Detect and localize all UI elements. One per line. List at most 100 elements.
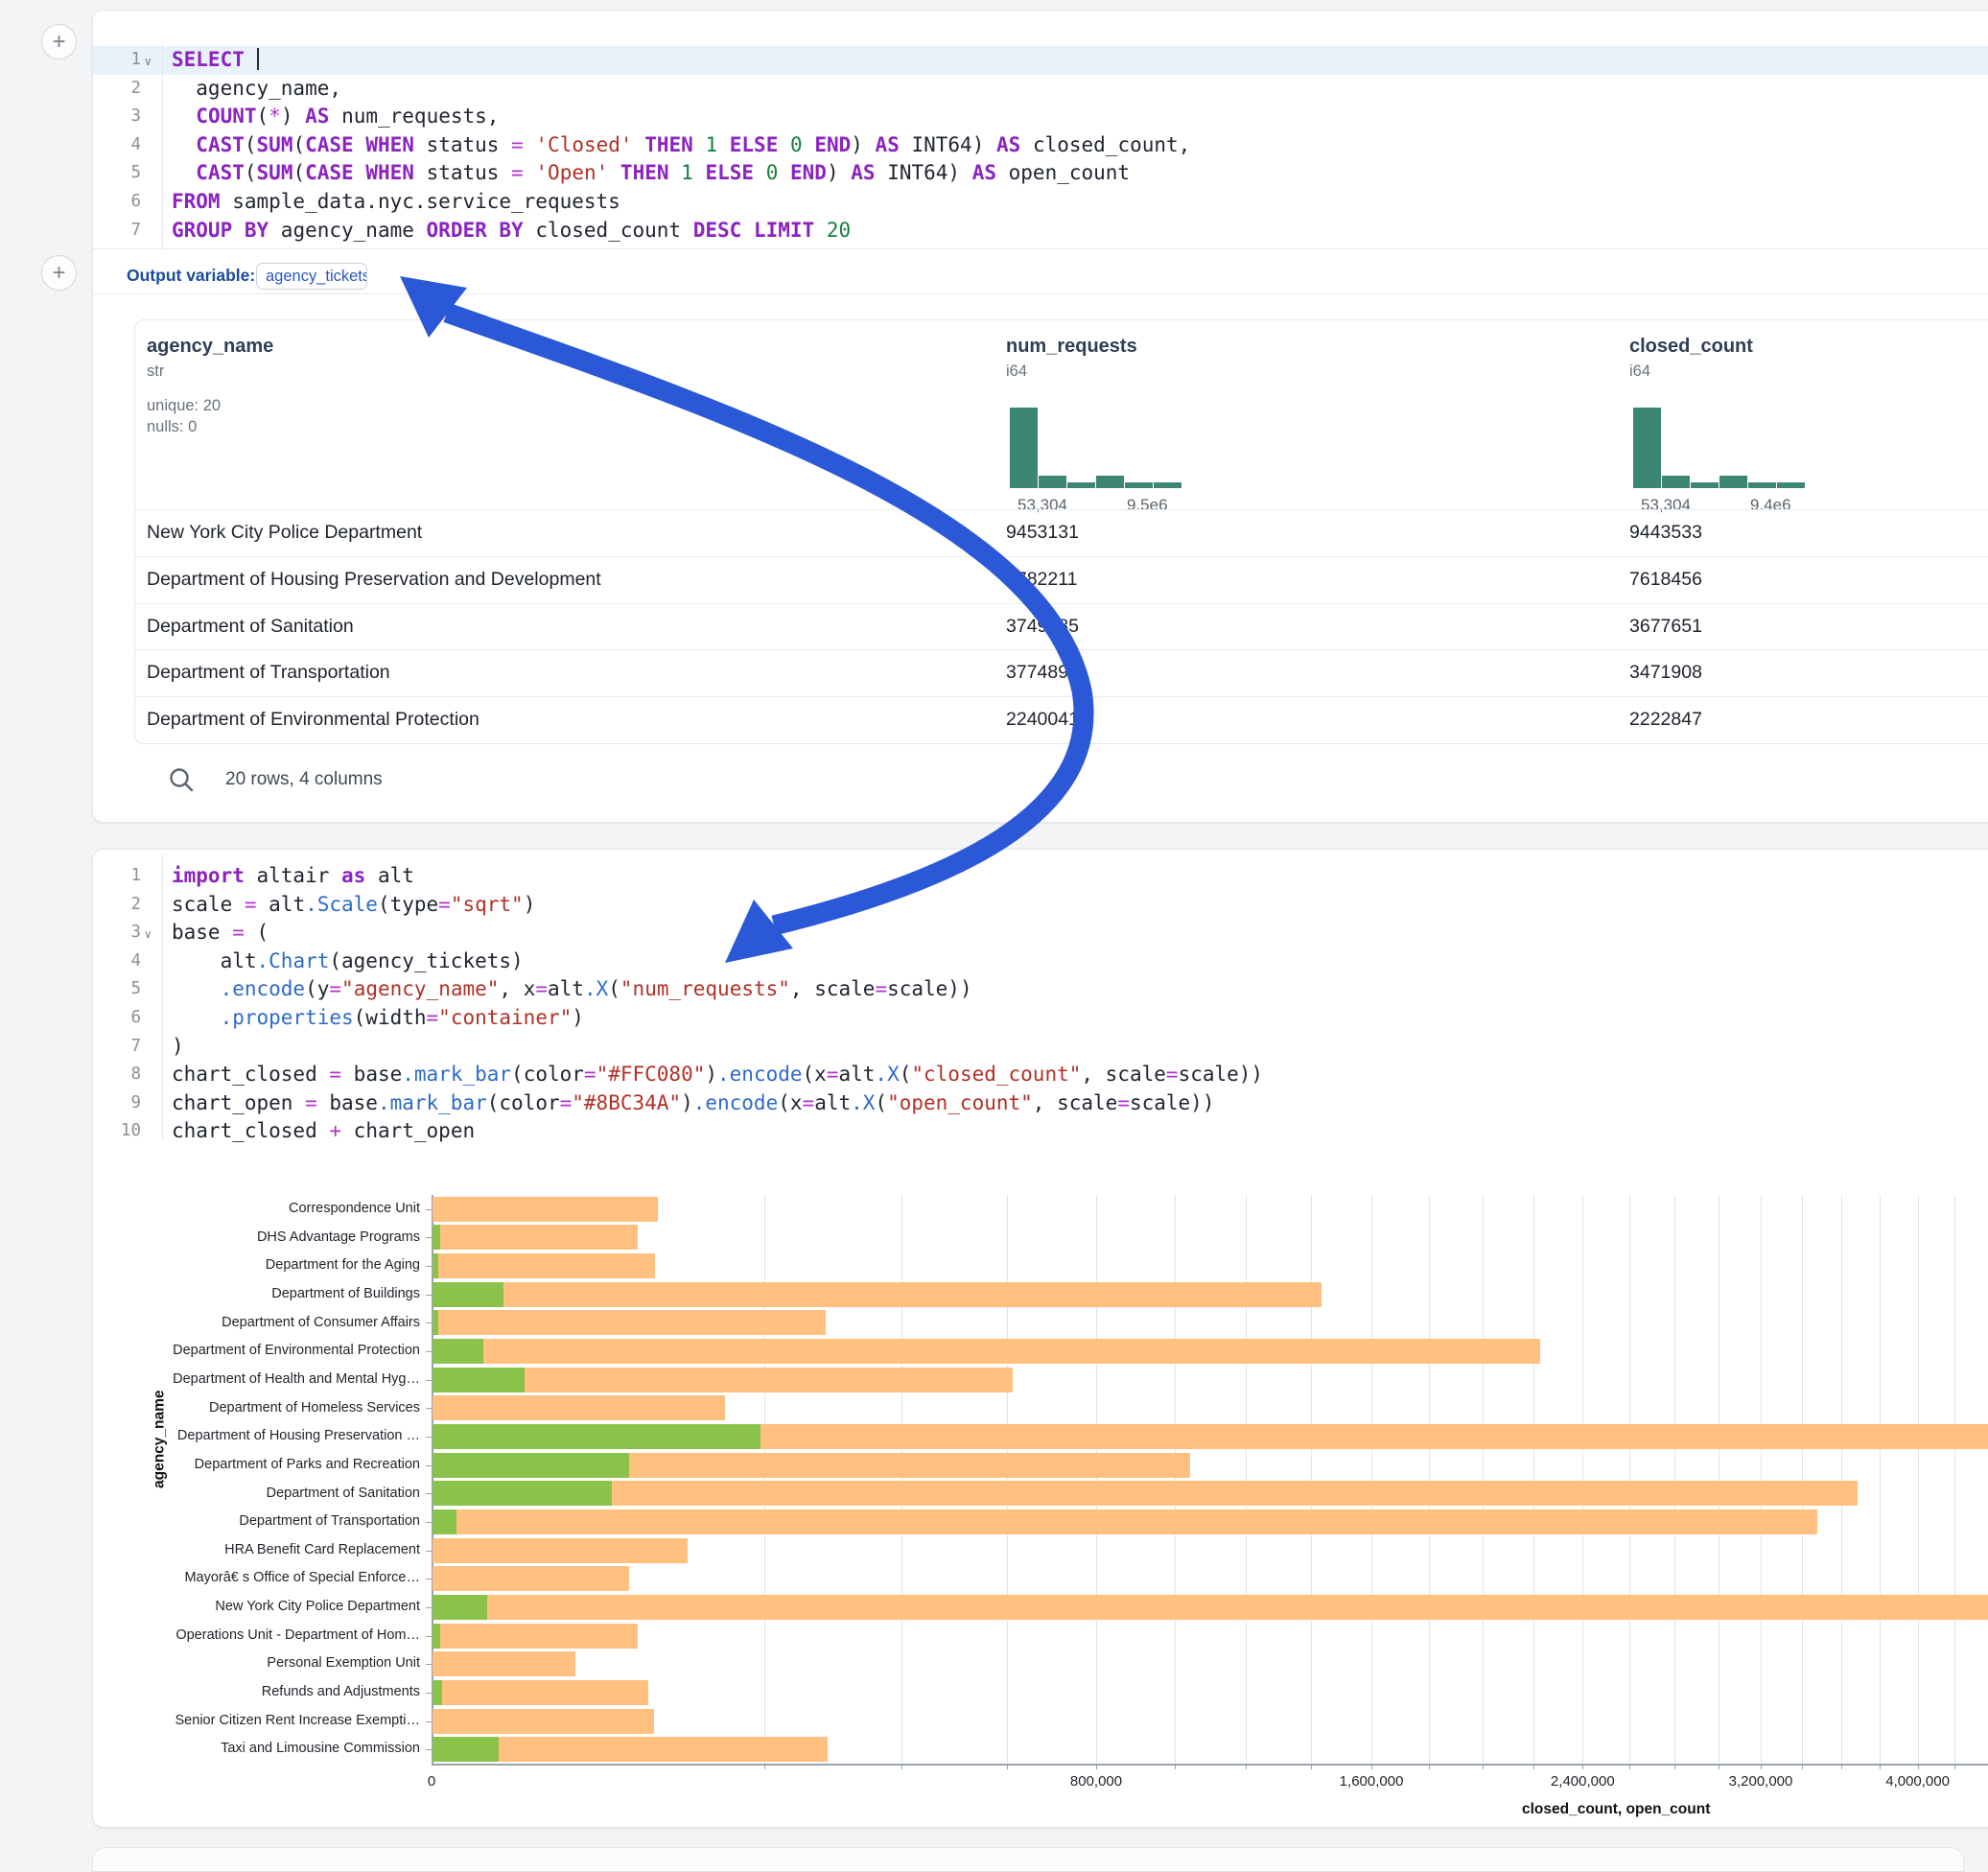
code-token: GROUP BY xyxy=(172,219,269,242)
chevron-down-icon[interactable]: ∨ xyxy=(144,921,159,949)
code-line[interactable]: ) xyxy=(172,1033,184,1062)
code-token: (color xyxy=(487,1091,560,1114)
code-token: num_requests, xyxy=(329,105,499,128)
code-line[interactable]: FROM sample_data.nyc.service_requests xyxy=(172,188,620,217)
gutter-separator xyxy=(162,43,163,250)
notebook-page: { "output_bar": { "label": "Output varia… xyxy=(0,0,1988,1864)
axis-tick xyxy=(426,1579,432,1580)
code-token: WHEN xyxy=(365,133,414,156)
code-token: .X xyxy=(851,1091,875,1114)
code-token: CASE xyxy=(305,161,354,184)
code-line[interactable]: .encode(y="agency_name", x=alt.X("num_re… xyxy=(172,975,972,1004)
y-axis-label: Department for the Aging xyxy=(93,1257,420,1273)
code-line[interactable]: base = ( xyxy=(172,919,269,948)
y-axis-label: Refunds and Adjustments xyxy=(93,1684,420,1699)
code-token xyxy=(524,133,536,156)
gridline xyxy=(1841,1195,1842,1764)
code-token: .Scale xyxy=(305,893,378,916)
axis-tick xyxy=(426,1237,432,1238)
add-cell-button-top[interactable]: + xyxy=(41,24,77,59)
axis-tick xyxy=(426,1551,432,1552)
code-token: ( xyxy=(245,161,257,184)
code-token xyxy=(754,161,766,184)
x-axis-label: 3,200,000 xyxy=(1729,1773,1793,1790)
cell-num-requests: 9453131 xyxy=(1006,522,1079,544)
gridline xyxy=(1371,1195,1372,1764)
next-cell-top-edge[interactable] xyxy=(92,1847,1964,1872)
code-line[interactable]: GROUP BY agency_name ORDER BY closed_cou… xyxy=(172,217,851,246)
code-line[interactable]: chart_closed = base.mark_bar(color="#FFC… xyxy=(172,1061,1263,1089)
code-token: , scale xyxy=(1081,1063,1166,1086)
bar-open xyxy=(433,1282,503,1307)
code-token: AS xyxy=(996,133,1020,156)
y-axis-line xyxy=(432,1195,433,1764)
code-line[interactable]: chart_closed + chart_open xyxy=(172,1117,475,1146)
code-token: base xyxy=(317,1091,378,1114)
code-token xyxy=(693,133,706,156)
add-cell-button-output[interactable]: + xyxy=(41,255,77,291)
column-stat: unique: 20 xyxy=(147,397,221,415)
code-line[interactable]: COUNT(*) AS num_requests, xyxy=(172,103,499,131)
axis-tick xyxy=(426,1664,432,1665)
code-token: ) xyxy=(172,1035,184,1058)
code-token: "num_requests" xyxy=(620,977,790,1000)
code-token xyxy=(741,219,754,242)
output-variable-pill[interactable]: agency_tickets xyxy=(256,263,367,290)
code-line[interactable]: agency_name, xyxy=(172,75,341,104)
line-number: 3 xyxy=(93,103,141,131)
bar-open xyxy=(433,1481,612,1506)
code-token: AS xyxy=(851,161,875,184)
histogram-min-label: 53,304 xyxy=(1641,496,1691,515)
chevron-down-icon[interactable]: ∨ xyxy=(144,48,159,77)
axis-tick xyxy=(426,1465,432,1466)
code-token: agency_name, xyxy=(172,77,341,100)
code-token: ( xyxy=(875,1091,887,1114)
column-type: str xyxy=(147,363,164,381)
code-token: sample_data.nyc.service_requests xyxy=(221,190,620,213)
gridline xyxy=(1954,1195,1955,1764)
code-token: scale)) xyxy=(1130,1091,1215,1114)
code-token: 0 xyxy=(766,161,779,184)
axis-tick xyxy=(426,1408,432,1409)
gridline xyxy=(1311,1195,1312,1764)
code-line[interactable]: CAST(SUM(CASE WHEN status = 'Closed' THE… xyxy=(172,131,1190,160)
y-axis-label: New York City Police Department xyxy=(93,1599,420,1614)
code-token: = xyxy=(875,977,887,1000)
x-axis-label: 2,400,000 xyxy=(1551,1773,1615,1790)
gridline xyxy=(1880,1195,1881,1764)
x-axis-title: closed_count, open_count xyxy=(1522,1801,1710,1818)
gridline xyxy=(1096,1195,1097,1764)
x-axis-label: 4,000,000 xyxy=(1885,1773,1950,1790)
code-line[interactable]: scale = alt.Scale(type="sqrt") xyxy=(172,891,535,920)
code-token xyxy=(172,161,196,184)
bar-open xyxy=(433,1368,525,1392)
code-token: .encode xyxy=(693,1091,779,1114)
column-stat: nulls: 0 xyxy=(147,418,197,436)
gridline xyxy=(1533,1195,1534,1764)
code-line[interactable]: import altair as alt xyxy=(172,862,414,891)
bar-open xyxy=(433,1339,483,1364)
histogram-bin xyxy=(1777,482,1805,488)
code-token: FROM xyxy=(172,190,221,213)
code-token: = xyxy=(245,893,257,916)
code-line[interactable]: CAST(SUM(CASE WHEN status = 'Open' THEN … xyxy=(172,159,1130,188)
code-token: AS xyxy=(876,133,900,156)
code-line[interactable]: alt.Chart(agency_tickets) xyxy=(172,948,524,976)
histogram-bin xyxy=(1154,482,1181,488)
code-line[interactable]: chart_open = base.mark_bar(color="#8BC34… xyxy=(172,1089,1214,1118)
bar-open xyxy=(433,1310,438,1335)
axis-tick xyxy=(426,1266,432,1267)
code-token: SUM xyxy=(257,161,293,184)
code-token: chart_open xyxy=(341,1119,475,1142)
code-token xyxy=(693,161,706,184)
search-icon[interactable] xyxy=(167,765,196,794)
line-number: 4 xyxy=(93,131,141,160)
code-token xyxy=(814,219,827,242)
code-line[interactable]: .properties(width="container") xyxy=(172,1004,584,1033)
code-line[interactable]: SELECT xyxy=(172,46,259,75)
gridline xyxy=(1629,1195,1630,1764)
line-number: 2 xyxy=(93,75,141,104)
y-axis-label: Department of Environmental Protection xyxy=(93,1343,420,1358)
bar-open xyxy=(433,1624,440,1649)
code-token: .Chart xyxy=(257,949,330,972)
